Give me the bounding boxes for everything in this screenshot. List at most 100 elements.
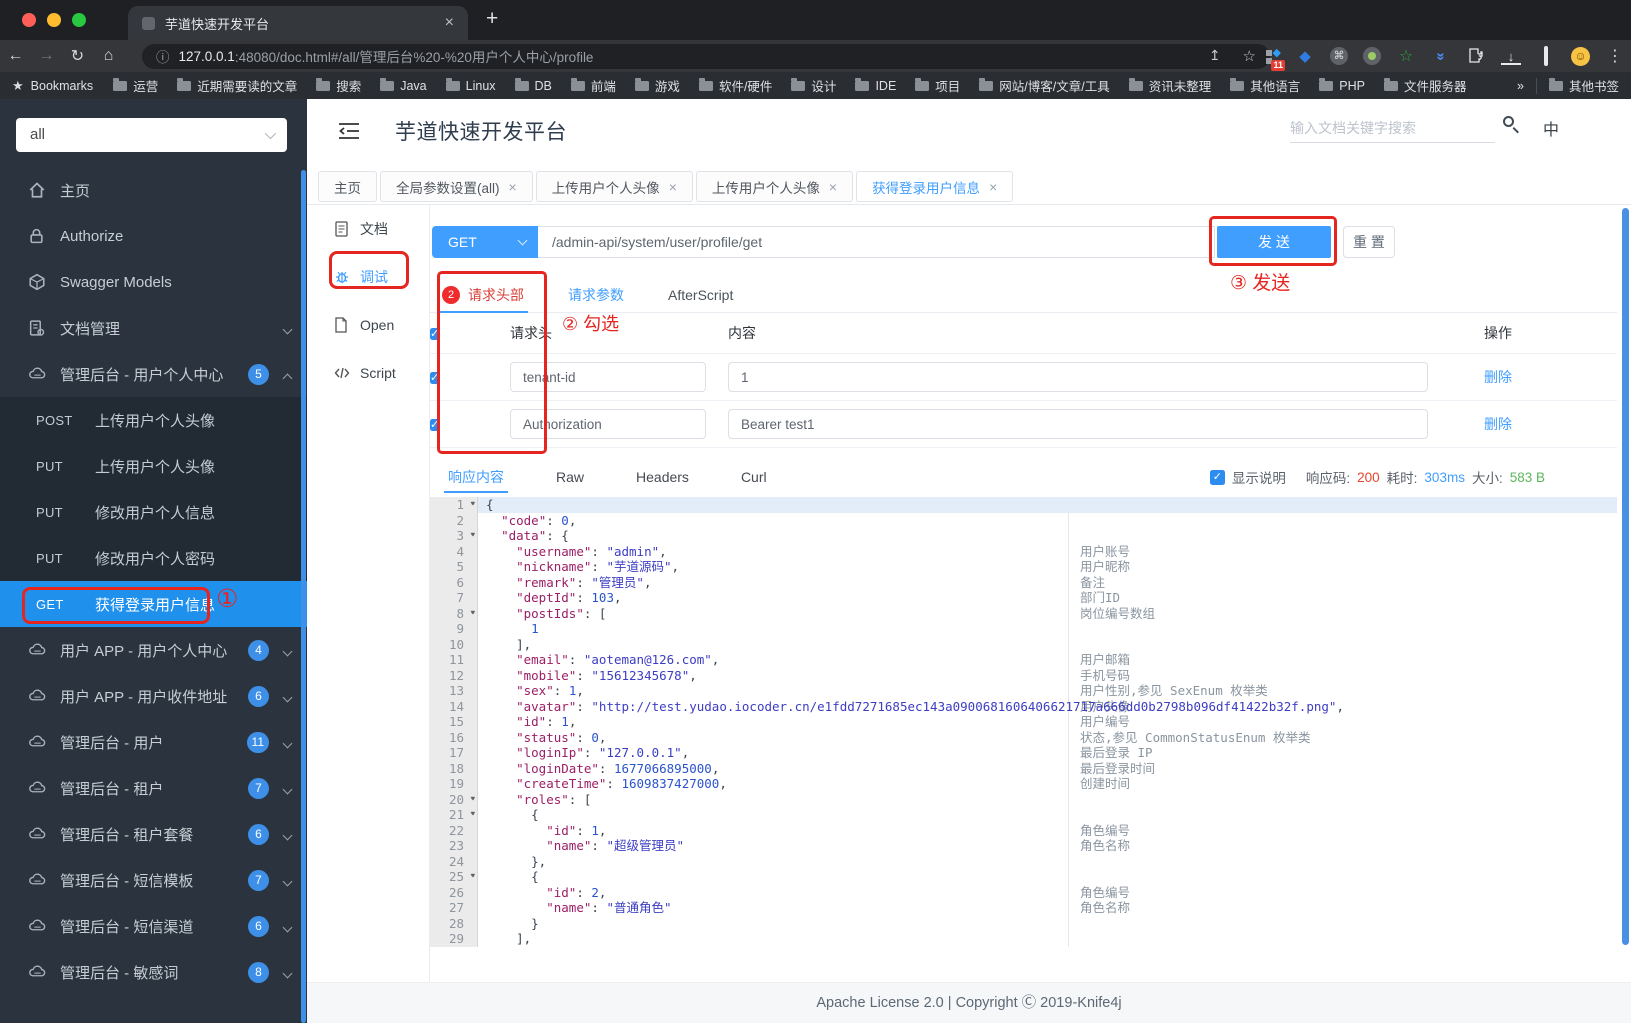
sidebar-endpoint[interactable]: PUT 修改用户个人信息 xyxy=(0,489,307,535)
api-group-select[interactable]: all xyxy=(16,118,287,152)
tab-close-icon[interactable] xyxy=(445,14,454,32)
bookmark-folder[interactable]: 文件服务器 xyxy=(1383,76,1466,95)
response-tab[interactable]: Raw xyxy=(556,461,584,493)
search-icon[interactable] xyxy=(1503,116,1514,127)
forward-icon[interactable] xyxy=(31,47,62,65)
scroll-extension-icon[interactable] xyxy=(1431,48,1451,65)
sidebar-group[interactable]: 管理后台 - 短信模板 7 xyxy=(0,857,307,903)
language-toggle[interactable]: 中 xyxy=(1543,116,1559,140)
doc-search-input[interactable]: 输入文档关键字搜索 xyxy=(1290,113,1495,143)
http-method-select[interactable]: GET xyxy=(432,226,538,258)
delete-link[interactable]: 删除 xyxy=(1460,367,1617,387)
reset-button[interactable]: 重 置 xyxy=(1343,226,1395,258)
page-scrollbar[interactable] xyxy=(1622,208,1629,945)
bookmark-folder[interactable]: Java xyxy=(380,76,427,95)
bookmark-folder[interactable]: PHP xyxy=(1319,76,1365,95)
bookmark-folder[interactable]: 其他语言 xyxy=(1230,76,1300,95)
response-json-viewer[interactable]: 1▾{2 "code": 0,3▾ "data": {4 "username":… xyxy=(430,497,1617,947)
bookmark-folder[interactable]: 运营 xyxy=(113,76,158,95)
reload-icon[interactable] xyxy=(62,46,93,66)
response-tab[interactable]: 响应内容 xyxy=(444,461,508,493)
header-value-input[interactable] xyxy=(728,362,1428,392)
sidepanel-icon[interactable] xyxy=(1544,46,1548,66)
browser-tab[interactable]: 芋道快速开发平台 xyxy=(128,6,468,40)
tab-manager-extension-icon[interactable]: 11 xyxy=(1265,46,1285,71)
bookmark-folder[interactable]: 前端 xyxy=(570,76,616,95)
maximize-window-icon[interactable] xyxy=(72,13,86,27)
sidebar-item[interactable]: Swagger Models xyxy=(0,259,307,305)
fold-icon[interactable]: ▾ xyxy=(469,497,476,513)
sidebar-item[interactable]: 主页 xyxy=(0,167,307,213)
row-checkbox[interactable] xyxy=(430,372,440,384)
request-tab[interactable]: 2 请求头部 xyxy=(438,277,528,313)
fold-icon[interactable]: ▾ xyxy=(469,528,476,544)
kite-extension-icon[interactable] xyxy=(1295,47,1315,65)
inner-nav-Script[interactable]: Script xyxy=(307,349,429,397)
sidebar-group[interactable]: 管理后台 - 租户 7 xyxy=(0,765,307,811)
bookmark-folder[interactable]: 资讯未整理 xyxy=(1128,76,1211,95)
bookmark-folder[interactable]: IDE xyxy=(855,76,896,95)
command-extension-icon[interactable] xyxy=(1330,47,1348,65)
puzzle-extensions-icon[interactable] xyxy=(1466,47,1486,66)
delete-link[interactable]: 删除 xyxy=(1460,414,1617,434)
profile-avatar[interactable] xyxy=(1571,46,1590,66)
request-url-input[interactable] xyxy=(538,226,1215,258)
doc-tab[interactable]: 获得登录用户信息 xyxy=(856,171,1014,202)
response-tab[interactable]: Curl xyxy=(741,461,767,493)
doc-tab[interactable]: 全局参数设置(all) xyxy=(380,171,533,202)
sidebar-endpoint[interactable]: GET 获得登录用户信息 xyxy=(0,581,307,627)
header-name-input[interactable] xyxy=(510,362,706,392)
bookmark-folder[interactable]: DB xyxy=(514,76,552,95)
sidebar-endpoint[interactable]: PUT 修改用户个人密码 xyxy=(0,535,307,581)
sidebar-group[interactable]: 管理后台 - 租户套餐 6 xyxy=(0,811,307,857)
home-icon[interactable] xyxy=(93,47,124,65)
sidebar-endpoint[interactable]: POST 上传用户个人头像 xyxy=(0,397,307,443)
close-icon[interactable] xyxy=(509,179,517,195)
address-bar[interactable]: 127.0.0.1 :48080/doc.html#/all/管理后台%20-%… xyxy=(142,43,1270,69)
doc-tab[interactable]: 主页 xyxy=(318,171,377,202)
row-checkbox[interactable] xyxy=(430,419,440,431)
close-icon[interactable] xyxy=(989,179,997,195)
bookmark-folder[interactable]: 游戏 xyxy=(634,76,680,95)
request-tab[interactable]: 请求参数 xyxy=(568,277,624,312)
close-icon[interactable] xyxy=(669,179,677,195)
sidebar-group[interactable]: 管理后台 - 敏感词 8 xyxy=(0,949,307,995)
menu-fold-icon[interactable] xyxy=(338,122,360,145)
sidebar-scrollbar[interactable] xyxy=(301,170,306,1023)
inner-nav-Open[interactable]: Open xyxy=(307,301,429,349)
recorder-extension-icon[interactable] xyxy=(1363,47,1381,65)
site-info-icon[interactable] xyxy=(156,46,170,66)
doc-tab[interactable]: 上传用户个人头像 xyxy=(535,171,693,202)
sidebar-group[interactable]: 用户 APP - 用户个人中心 4 xyxy=(0,627,307,673)
bookmark-star-icon[interactable] xyxy=(1243,47,1256,65)
minimize-window-icon[interactable] xyxy=(47,13,61,27)
inner-nav-调试[interactable]: 调试 xyxy=(307,253,429,301)
fold-icon[interactable]: ▾ xyxy=(469,606,476,622)
select-all-checkbox[interactable] xyxy=(430,328,440,340)
send-button[interactable]: 发 送 xyxy=(1217,226,1331,258)
bookmarks-label[interactable]: Bookmarks xyxy=(31,79,94,93)
bookmarks-overflow-icon[interactable]: » xyxy=(1517,79,1524,93)
fold-icon[interactable]: ▾ xyxy=(469,807,476,823)
green-star-extension-icon[interactable] xyxy=(1396,46,1416,66)
bookmark-folder[interactable]: 搜索 xyxy=(316,76,361,95)
show-description-checkbox[interactable] xyxy=(1209,469,1225,485)
doc-tab[interactable]: 上传用户个人头像 xyxy=(695,171,854,202)
downloads-icon[interactable] xyxy=(1501,48,1521,65)
bookmark-folder[interactable]: 项目 xyxy=(915,76,960,95)
bookmark-folder[interactable]: Linux xyxy=(445,76,496,95)
sidebar-endpoint[interactable]: PUT 上传用户个人头像 xyxy=(0,443,307,489)
bookmark-folder[interactable]: 近期需要读的文章 xyxy=(177,76,297,95)
request-tab[interactable]: AfterScript xyxy=(668,277,733,312)
bookmark-folder[interactable]: 网站/博客/文章/工具 xyxy=(979,76,1110,95)
back-icon[interactable] xyxy=(0,47,31,65)
share-icon[interactable] xyxy=(1209,47,1221,65)
close-icon[interactable] xyxy=(829,179,837,195)
browser-menu-icon[interactable] xyxy=(1605,46,1625,66)
close-window-icon[interactable] xyxy=(22,13,36,27)
sidebar-group[interactable]: 用户 APP - 用户收件地址 6 xyxy=(0,673,307,719)
sidebar-group[interactable]: 管理后台 - 短信渠道 6 xyxy=(0,903,307,949)
bookmark-folder[interactable]: 设计 xyxy=(791,76,836,95)
fold-icon[interactable]: ▾ xyxy=(469,792,476,808)
sidebar-group[interactable]: 管理后台 - 用户 11 xyxy=(0,719,307,765)
